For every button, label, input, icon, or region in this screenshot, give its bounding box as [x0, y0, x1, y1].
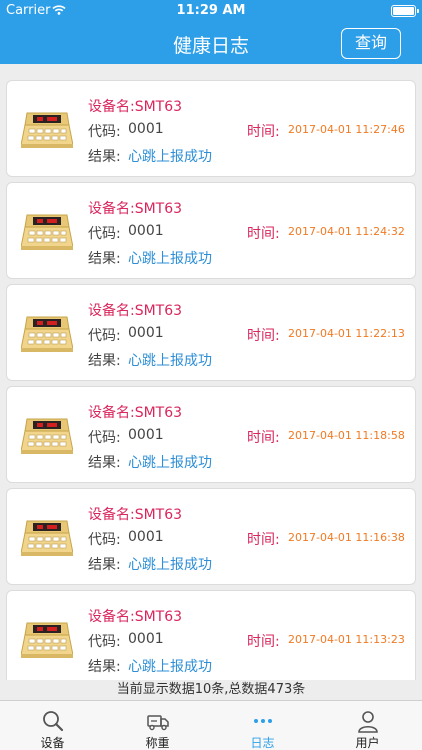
time-label: 时间: — [247, 430, 280, 446]
code-label: 代码: — [88, 328, 121, 344]
result-label: 结果: — [88, 251, 121, 267]
tab-user-label: 用户 — [355, 736, 380, 750]
truck-icon — [147, 715, 169, 731]
tab-logs[interactable]: 日志 — [210, 701, 315, 750]
user-icon — [358, 711, 378, 733]
tab-devices[interactable]: 设备 — [0, 701, 105, 750]
code-value: 0001 — [128, 427, 164, 443]
tab-weighing-label: 称重 — [145, 736, 170, 750]
code-value: 0001 — [128, 121, 164, 137]
tab-logs-label: 日志 — [250, 736, 275, 750]
result-label: 结果: — [88, 659, 121, 675]
code-value: 0001 — [128, 529, 164, 545]
result-label: 结果: — [88, 149, 121, 165]
time-value: 2017-04-01 11:27:46 — [288, 123, 405, 136]
device-name: 设备名:SMT63 — [88, 609, 183, 625]
tab-devices-label: 设备 — [40, 736, 65, 750]
code-value: 0001 — [128, 223, 164, 239]
scale-device-icon — [20, 621, 74, 659]
log-card[interactable]: 设备名:SMT63 代码: 0001 时间: 2017-04-01 11:22:13 结果… — [6, 284, 416, 381]
code-label: 代码: — [88, 532, 121, 548]
navigation-bar: Carrier 11:29 AM 健康日志 查询 — [0, 0, 422, 64]
tab-user[interactable]: 用户 — [315, 701, 420, 750]
code-value: 0001 — [128, 325, 164, 341]
log-list[interactable]: 设备名:SMT63 代码: 0001 时间: 2017-04-01 11:27:46 结果… — [0, 64, 422, 680]
code-label: 代码: — [88, 226, 121, 242]
log-card[interactable]: 设备名:SMT63 代码: 0001 时间: 2017-04-01 11:27:46 结果… — [6, 80, 416, 177]
scale-device-icon — [20, 417, 74, 455]
log-card[interactable]: 设备名:SMT63 代码: 0001 时间: 2017-04-01 11:16:38 结果… — [6, 488, 416, 585]
result-value: 心跳上报成功 — [128, 149, 212, 165]
battery-icon — [391, 5, 419, 17]
device-name: 设备名:SMT63 — [88, 201, 183, 217]
result-value: 心跳上报成功 — [128, 659, 212, 675]
time-label: 时间: — [247, 124, 280, 140]
log-card[interactable]: 设备名:SMT63 代码: 0001 时间: 2017-04-01 11:18:58 结果… — [6, 386, 416, 483]
time-label: 时间: — [247, 226, 280, 242]
result-label: 结果: — [88, 557, 121, 573]
result-value: 心跳上报成功 — [128, 251, 212, 267]
device-name: 设备名:SMT63 — [88, 303, 183, 319]
time-value: 2017-04-01 11:13:23 — [288, 633, 405, 646]
device-name: 设备名:SMT63 — [88, 99, 183, 115]
scale-device-icon — [20, 315, 74, 353]
search-icon — [43, 711, 64, 732]
result-label: 结果: — [88, 353, 121, 369]
time-value: 2017-04-01 11:22:13 — [288, 327, 405, 340]
result-value: 心跳上报成功 — [128, 353, 212, 369]
more-dots-icon — [254, 719, 272, 723]
result-label: 结果: — [88, 455, 121, 471]
time-label: 时间: — [247, 328, 280, 344]
code-value: 0001 — [128, 631, 164, 647]
time-label: 时间: — [247, 634, 280, 650]
result-value: 心跳上报成功 — [128, 557, 212, 573]
code-label: 代码: — [88, 430, 121, 446]
device-name: 设备名:SMT63 — [88, 405, 183, 421]
time-value: 2017-04-01 11:18:58 — [288, 429, 405, 442]
status-bar: Carrier 11:29 AM — [0, 0, 422, 22]
time-label: 时间: — [247, 532, 280, 548]
scale-device-icon — [20, 111, 74, 149]
query-button[interactable]: 查询 — [341, 28, 401, 59]
log-card[interactable]: 设备名:SMT63 代码: 0001 时间: 2017-04-01 11:24:32 结果… — [6, 182, 416, 279]
data-summary: 当前显示数据10条,总数据473条 — [0, 680, 422, 700]
tab-bar: 设备 称重 日志 用户 — [0, 700, 422, 750]
time-value: 2017-04-01 11:24:32 — [288, 225, 405, 238]
status-time: 11:29 AM — [176, 3, 246, 18]
scale-device-icon — [20, 519, 74, 557]
time-value: 2017-04-01 11:16:38 — [288, 531, 405, 544]
device-name: 设备名:SMT63 — [88, 507, 183, 523]
result-value: 心跳上报成功 — [128, 455, 212, 471]
scale-device-icon — [20, 213, 74, 251]
code-label: 代码: — [88, 124, 121, 140]
log-card[interactable]: 设备名:SMT63 代码: 0001 时间: 2017-04-01 11:13:23 结果… — [6, 590, 416, 680]
tab-weighing[interactable]: 称重 — [105, 701, 210, 750]
code-label: 代码: — [88, 634, 121, 650]
